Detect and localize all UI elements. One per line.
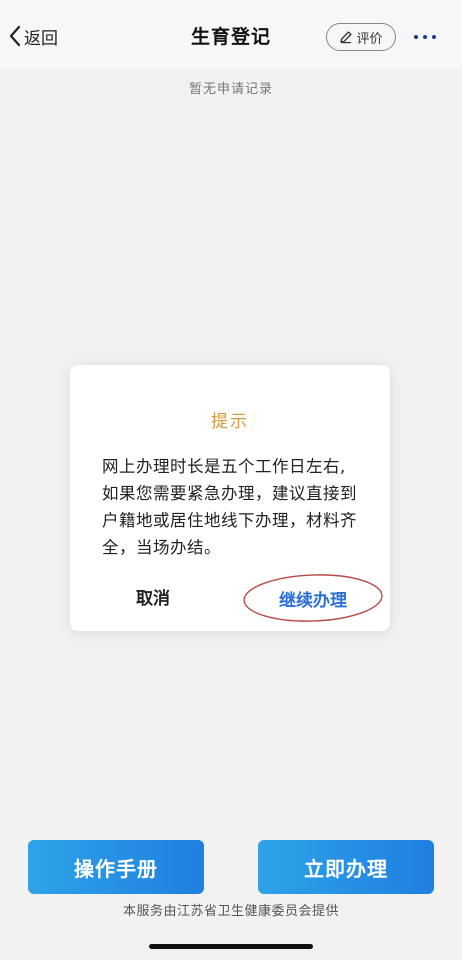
pencil-icon xyxy=(340,31,353,44)
rate-button[interactable]: 评价 xyxy=(326,23,396,51)
prompt-dialog: 提示 网上办理时长是五个工作日左右,如果您需要紧急办理，建议直接到户籍地或居住地… xyxy=(70,365,390,631)
dialog-title: 提示 xyxy=(211,412,249,432)
cancel-button[interactable]: 取消 xyxy=(92,579,214,613)
dialog-message: 网上办理时长是五个工作日左右,如果您需要紧急办理，建议直接到户籍地或居住地线下办… xyxy=(102,457,357,557)
service-provider-note: 本服务由江苏省卫生健康委员会提供 xyxy=(122,904,339,919)
top-nav-bar: 返回 生育登记 评价 xyxy=(0,0,462,68)
home-indicator[interactable] xyxy=(149,944,313,949)
apply-now-button[interactable]: 立即办理 xyxy=(258,840,434,894)
rate-label: 评价 xyxy=(356,31,383,47)
dot xyxy=(414,35,418,39)
continue-label: 继续办理 xyxy=(279,590,347,611)
more-dots-icon[interactable] xyxy=(408,24,442,50)
empty-records-note: 暂无申请记录 xyxy=(188,82,273,97)
dot xyxy=(432,35,436,39)
dot xyxy=(423,35,427,39)
continue-button[interactable]: 继续办理 xyxy=(242,573,384,623)
manual-button[interactable]: 操作手册 xyxy=(28,840,204,894)
